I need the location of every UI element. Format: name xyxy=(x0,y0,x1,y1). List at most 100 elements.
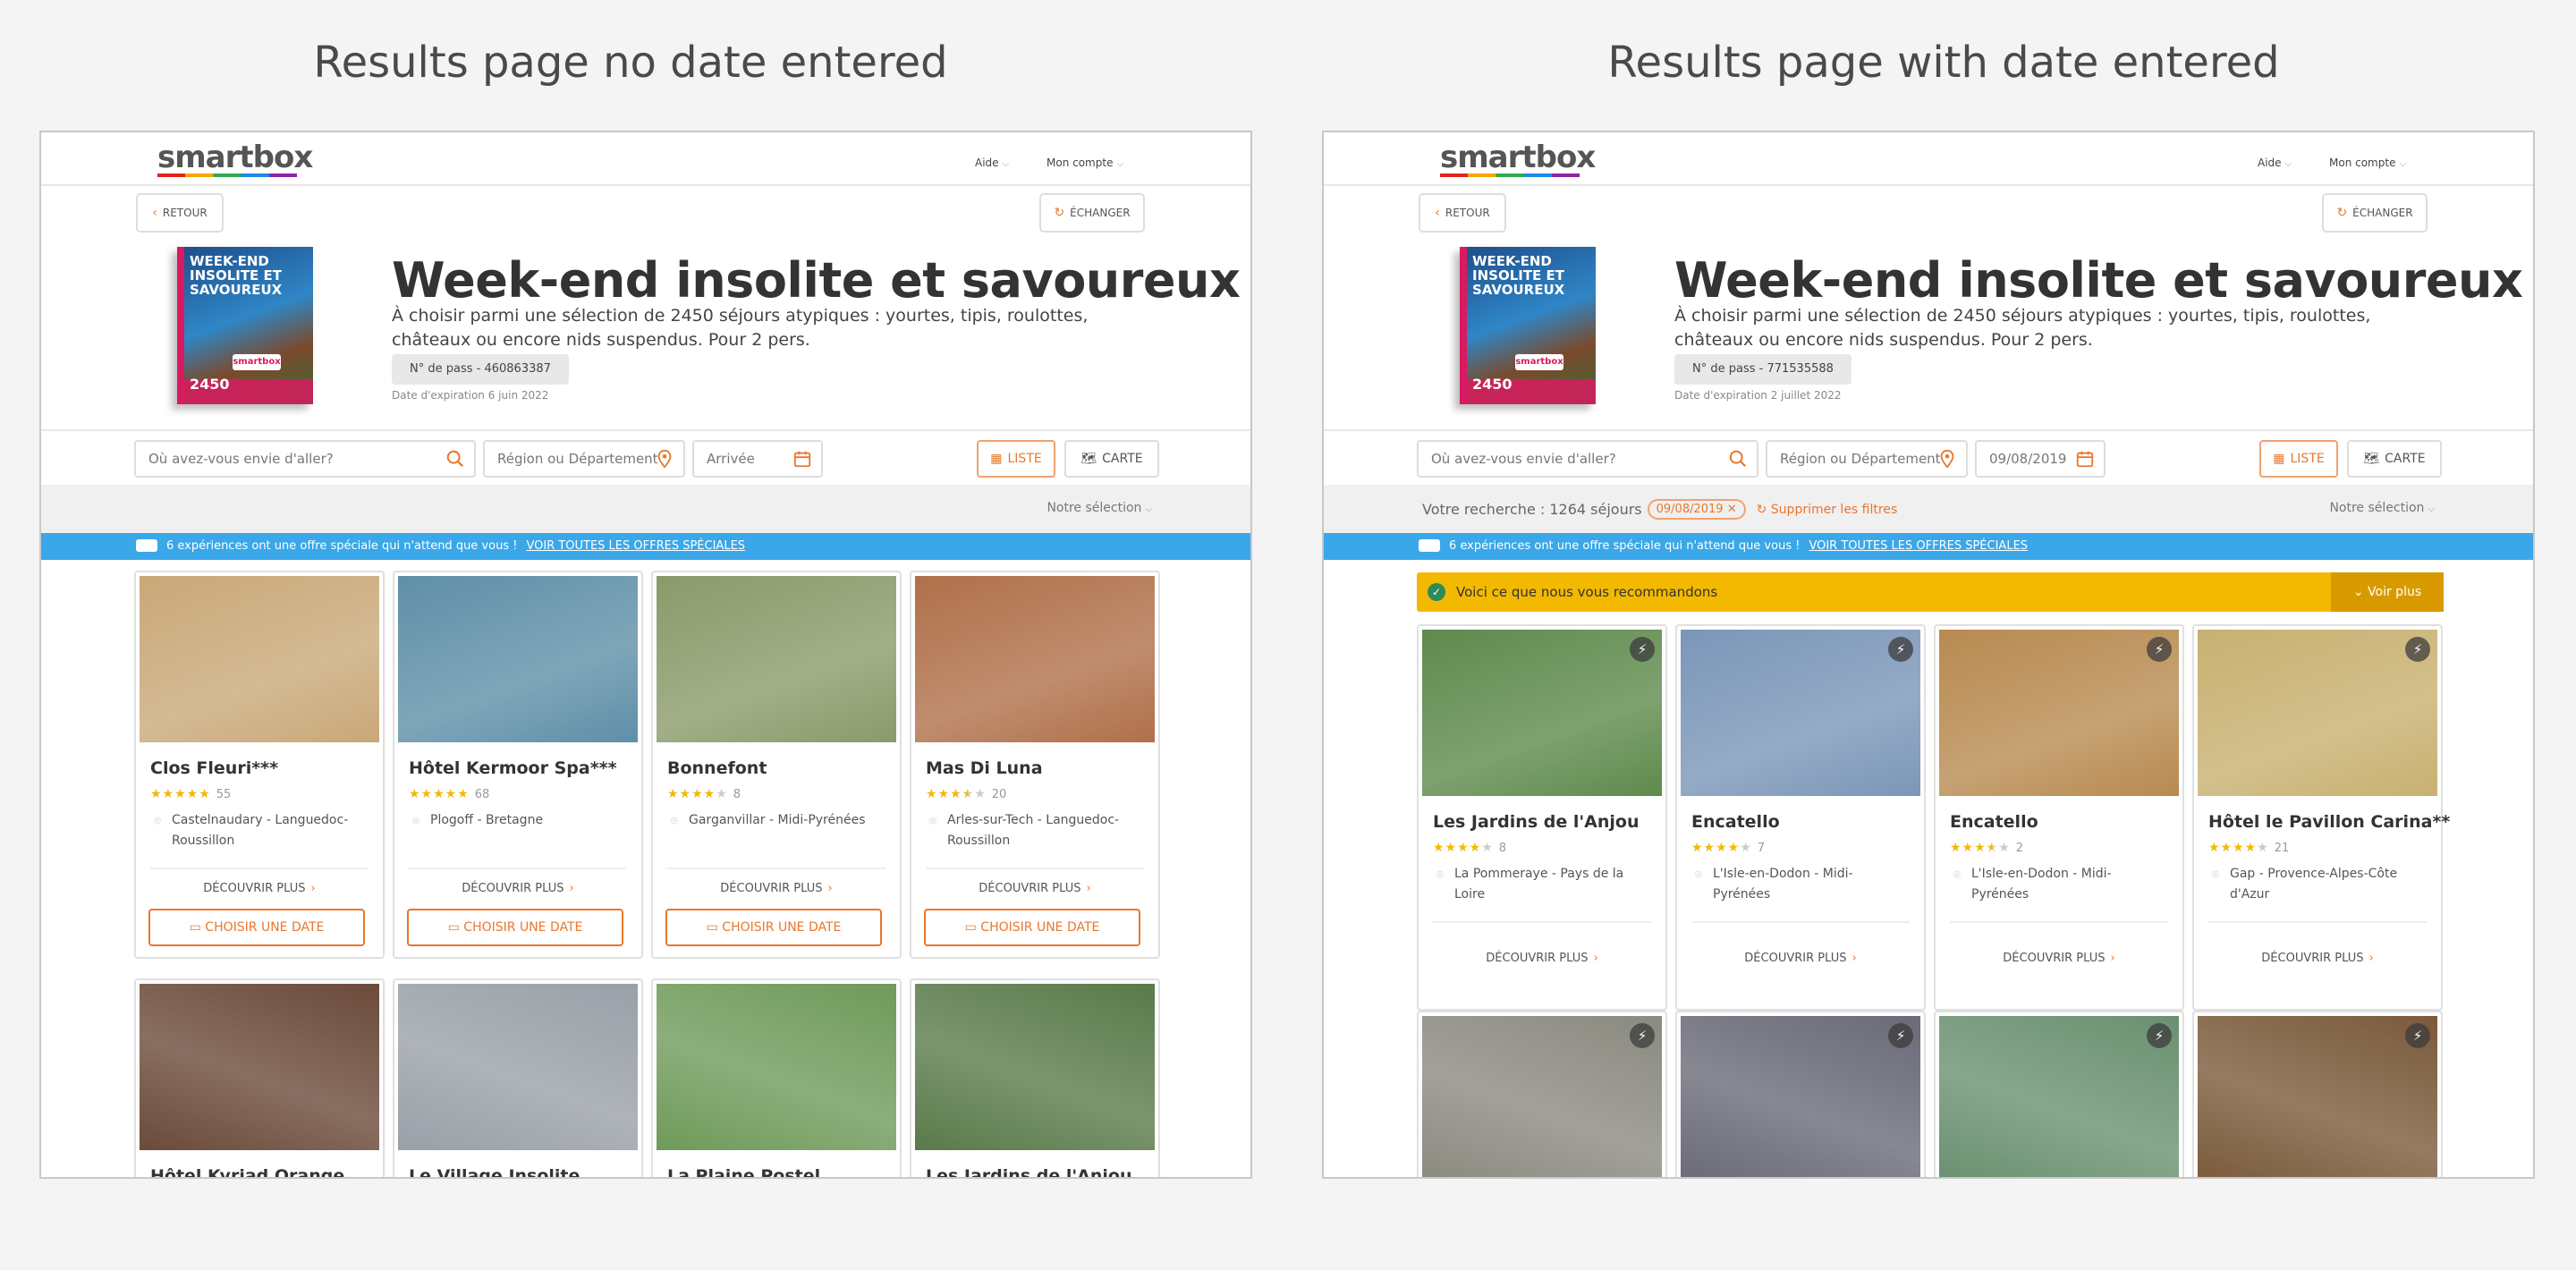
expiry-date: Date d'expiration 2 juillet 2022 xyxy=(1674,389,1842,402)
voir-plus-button[interactable]: ⌄ Voir plus xyxy=(2331,572,2444,612)
search-summary: Votre recherche : 1264 séjours 09/08/201… xyxy=(1422,499,1898,520)
pass-number-badge: N° de pass - 771535588 xyxy=(1674,354,1852,385)
decouvrir-plus-link[interactable]: DÉCOUVRIR PLUS › xyxy=(2194,952,2441,965)
chevron-right-icon: › xyxy=(310,882,316,895)
hotel-photo[interactable] xyxy=(915,984,1155,1150)
hotel-photo[interactable] xyxy=(915,576,1155,742)
lightning-icon: ⚡ xyxy=(2405,637,2430,662)
calendar-icon xyxy=(2076,451,2094,468)
hotel-photo[interactable] xyxy=(1681,1016,1920,1177)
destination-search-input[interactable]: Où avez-vous envie d'aller? xyxy=(1417,440,1758,478)
card-divider xyxy=(409,868,627,869)
result-card: Bonnefont ★★★★★ 8 ⌾ Garganvillar - Midi-Py… xyxy=(651,571,902,959)
calendar-icon xyxy=(793,451,811,468)
result-card: ⚡ xyxy=(1934,1011,2184,1177)
sort-dropdown[interactable]: Notre sélection ⌵ xyxy=(1046,501,1152,515)
close-icon[interactable]: ✕ xyxy=(1727,503,1737,516)
aide-menu[interactable]: Aide ⌵ xyxy=(2258,157,2292,169)
left-heading: Results page no date entered xyxy=(313,38,948,88)
page-title: Week-end insolite et savoureux xyxy=(1674,252,2523,309)
hotel-location: ⌾ Plogoff - Bretagne xyxy=(412,810,609,831)
hotel-location: ⌾ Castelnaudary - Languedoc- Roussillon xyxy=(154,813,349,848)
hotel-photo[interactable] xyxy=(1939,630,2179,796)
decouvrir-plus-link[interactable]: DÉCOUVRIR PLUS › xyxy=(1677,952,1924,965)
smartbox-logo[interactable]: smartbox xyxy=(157,140,313,175)
hotel-location: ⌾ Gap - Provence-Alpes-Côte d'Azur xyxy=(2212,867,2398,902)
search-bar: Où avez-vous envie d'aller? Région ou Dé… xyxy=(1324,429,2533,485)
rating-stars: ★★★★★ 8 xyxy=(1433,841,1507,855)
hotel-name[interactable]: Clos Fleuri*** xyxy=(150,758,278,778)
hotel-photo[interactable] xyxy=(140,984,379,1150)
result-card: ⚡ Hôtel le Pavillon Carina** ★★★★★ 21 ⌾ Gap… xyxy=(2192,624,2450,1011)
hotel-name[interactable]: La Plaine Postel xyxy=(667,1166,820,1177)
hotel-photo[interactable] xyxy=(398,984,638,1150)
hotel-photo[interactable] xyxy=(1939,1016,2179,1177)
hotel-photo[interactable] xyxy=(1422,630,1662,796)
special-offers-link[interactable]: VOIR TOUTES LES OFFRES SPÉCIALES xyxy=(1809,539,2028,553)
decouvrir-plus-link[interactable]: DÉCOUVRIR PLUS › xyxy=(1419,952,1665,965)
retour-button[interactable]: ‹ RETOUR xyxy=(136,193,224,233)
hotel-name[interactable]: Les Jardins de l'Anjou xyxy=(926,1166,1132,1177)
list-view-toggle[interactable]: ▦ LISTE xyxy=(977,440,1055,478)
rating-stars: ★★★★★ 68 xyxy=(409,787,490,801)
calendar-icon: ▭ xyxy=(447,920,464,935)
choose-date-button[interactable]: ▭ CHOISIR UNE DATE xyxy=(924,909,1140,946)
decouvrir-plus-link[interactable]: DÉCOUVRIR PLUS › xyxy=(1936,952,2182,965)
smartbox-logo[interactable]: smartbox xyxy=(1440,140,1596,175)
hotel-photo[interactable] xyxy=(140,576,379,742)
map-view-toggle[interactable]: 🗺 CARTE xyxy=(2347,440,2442,478)
clear-filters-link[interactable]: ↻ Supprimer les filtres xyxy=(1757,503,1898,517)
hotel-photo[interactable] xyxy=(2198,1016,2437,1177)
hotel-name[interactable]: Mas Di Luna xyxy=(926,758,1043,778)
decouvrir-plus-link[interactable]: DÉCOUVRIR PLUS › xyxy=(394,882,641,895)
result-card: Hôtel Kyriad Orange xyxy=(134,978,385,1177)
arrival-date-input[interactable]: Arrivée xyxy=(692,440,823,478)
echanger-button[interactable]: ↻ ÉCHANGER xyxy=(1039,193,1145,233)
date-filter-chip[interactable]: 09/08/2019 ✕ xyxy=(1647,499,1746,520)
aide-menu[interactable]: Aide ⌵ xyxy=(975,157,1009,169)
chevron-right-icon: › xyxy=(569,882,574,895)
chevron-down-icon: ⌵ xyxy=(2284,159,2292,169)
hotel-photo[interactable] xyxy=(2198,630,2437,796)
echanger-button[interactable]: ↻ ÉCHANGER xyxy=(2322,193,2428,233)
decouvrir-plus-link[interactable]: DÉCOUVRIR PLUS › xyxy=(653,882,900,895)
decouvrir-plus-link[interactable]: DÉCOUVRIR PLUS › xyxy=(136,882,383,895)
mon-compte-menu[interactable]: Mon compte ⌵ xyxy=(2329,157,2406,169)
result-card: La Plaine Postel xyxy=(651,978,902,1177)
special-offers-link[interactable]: VOIR TOUTES LES OFFRES SPÉCIALES xyxy=(526,539,745,553)
map-view-toggle[interactable]: 🗺 CARTE xyxy=(1064,440,1159,478)
hotel-name[interactable]: Le Village Insolite xyxy=(409,1166,580,1177)
hotel-name[interactable]: Bonnefont xyxy=(667,758,767,778)
mon-compte-menu[interactable]: Mon compte ⌵ xyxy=(1046,157,1123,169)
refresh-icon: ↻ xyxy=(2336,206,2348,220)
region-input[interactable]: Région ou Département xyxy=(483,440,685,478)
destination-search-input[interactable]: Où avez-vous envie d'aller? xyxy=(134,440,476,478)
right-heading: Results page with date entered xyxy=(1607,38,2280,88)
result-card: Clos Fleuri*** ★★★★★ 55 ⌾ Castelnaudary - … xyxy=(134,571,385,959)
choose-date-button[interactable]: ▭ CHOISIR UNE DATE xyxy=(148,909,365,946)
calendar-icon: ▭ xyxy=(189,920,206,935)
hotel-name[interactable]: Hôtel Kyriad Orange xyxy=(150,1166,344,1177)
hotel-name[interactable]: Hôtel le Pavillon Carina** xyxy=(2208,812,2450,832)
hotel-name[interactable]: Encatello xyxy=(1950,812,2038,832)
hotel-photo[interactable] xyxy=(657,576,896,742)
hotel-photo[interactable] xyxy=(1422,1016,1662,1177)
left-results-panel: smartbox Aide ⌵ Mon compte ⌵ ‹ RETOUR ↻ ÉCHA… xyxy=(39,131,1252,1179)
choose-date-button[interactable]: ▭ CHOISIR UNE DATE xyxy=(407,909,623,946)
arrival-date-input[interactable]: 09/08/2019 xyxy=(1975,440,2106,478)
region-input[interactable]: Région ou Département xyxy=(1766,440,1968,478)
search-icon xyxy=(1729,450,1747,468)
choose-date-button[interactable]: ▭ CHOISIR UNE DATE xyxy=(665,909,882,946)
hotel-photo[interactable] xyxy=(657,984,896,1150)
retour-button[interactable]: ‹ RETOUR xyxy=(1419,193,1506,233)
hotel-photo[interactable] xyxy=(398,576,638,742)
hotel-name[interactable]: Encatello xyxy=(1691,812,1780,832)
hotel-photo[interactable] xyxy=(1681,630,1920,796)
hotel-name[interactable]: Les Jardins de l'Anjou xyxy=(1433,812,1640,832)
decouvrir-plus-link[interactable]: DÉCOUVRIR PLUS › xyxy=(911,882,1158,895)
top-nav-bar: smartbox Aide ⌵ Mon compte ⌵ xyxy=(1324,132,2533,186)
list-view-toggle[interactable]: ▦ LISTE xyxy=(2259,440,2338,478)
rating-stars: ★★★★★ 7 xyxy=(1691,841,1766,855)
hotel-name[interactable]: Hôtel Kermoor Spa*** xyxy=(409,758,617,778)
sort-dropdown[interactable]: Notre sélection ⌵ xyxy=(2329,501,2435,515)
